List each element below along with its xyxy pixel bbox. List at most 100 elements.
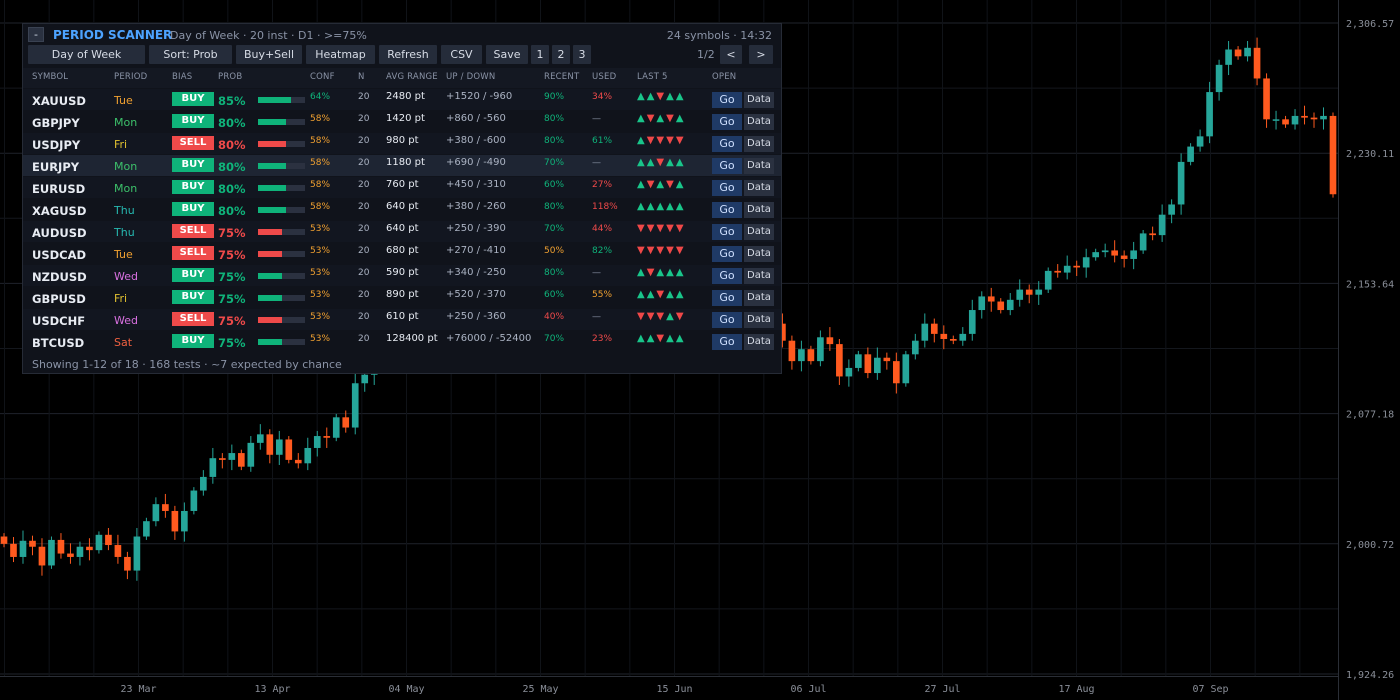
table-row[interactable]: EURJPY Mon BUY 80% 58% 20 1180 pt +690 / -490 70… [23, 155, 781, 176]
go-button[interactable]: Go [712, 92, 742, 108]
table-row[interactable]: BTCUSD Sat BUY 75% 53% 20 128400 pt +76000 / -5… [23, 331, 781, 352]
heatmap-button[interactable]: Heatmap [306, 45, 375, 64]
go-button[interactable]: Go [712, 290, 742, 306]
conf-cell: 58% [310, 202, 331, 212]
n-cell: 20 [358, 334, 370, 344]
table-row[interactable]: AUDUSD Thu SELL 75% 53% 20 640 pt +250 / -390 70… [23, 221, 781, 242]
prob-bar [258, 119, 305, 125]
preset-2-button[interactable]: 2 [552, 45, 570, 64]
prob-cell: 75% [218, 270, 246, 284]
recent-cell: 60% [544, 180, 565, 190]
table-row[interactable]: EURUSD Mon BUY 80% 58% 20 760 pt +450 / -310 60%… [23, 177, 781, 198]
data-button[interactable]: Data [744, 158, 774, 174]
go-button[interactable]: Go [712, 180, 742, 196]
symbol-cell: USDCAD [32, 248, 87, 262]
up-triangle-icon: ▲ [675, 113, 686, 124]
last5-cell: ▼▼▼▲▼ [637, 311, 686, 322]
data-button[interactable]: Data [744, 136, 774, 152]
table-row[interactable]: XAUUSD Tue BUY 85% 64% 20 2480 pt +1520 / -960 9… [23, 89, 781, 110]
bias-badge: BUY [172, 114, 214, 128]
save-button[interactable]: Save [486, 45, 528, 64]
period-cell: Thu [114, 204, 135, 217]
avg-range-cell: 890 pt [386, 289, 419, 300]
go-button[interactable]: Go [712, 136, 742, 152]
col-bias[interactable]: BIAS [172, 72, 192, 82]
go-button[interactable]: Go [712, 334, 742, 350]
table-row[interactable]: USDJPY Fri SELL 80% 58% 20 980 pt +380 / -600 80… [23, 133, 781, 154]
preset-1-button[interactable]: 1 [531, 45, 549, 64]
down-triangle-icon: ▼ [656, 157, 667, 168]
data-button[interactable]: Data [744, 290, 774, 306]
sort-button[interactable]: Sort: Prob [149, 45, 232, 64]
mode-button[interactable]: Day of Week [28, 45, 145, 64]
candle [48, 536, 55, 569]
go-button[interactable]: Go [712, 202, 742, 218]
prob-bar [258, 163, 305, 169]
data-button[interactable]: Data [744, 202, 774, 218]
data-button[interactable]: Data [744, 246, 774, 262]
down-triangle-icon: ▼ [637, 245, 647, 256]
price-tick-label: 2,230.11 [1346, 149, 1394, 160]
last5-cell: ▲▼▲▲▲ [637, 267, 686, 278]
data-button[interactable]: Data [744, 92, 774, 108]
col-avg-range[interactable]: AVG RANGE [386, 72, 438, 82]
table-row[interactable]: NZDUSD Wed BUY 75% 53% 20 590 pt +340 / -250 80%… [23, 265, 781, 286]
next-page-button[interactable]: > [749, 45, 773, 64]
collapse-button[interactable]: - [28, 27, 44, 42]
data-button[interactable]: Data [744, 224, 774, 240]
table-row[interactable]: GBPUSD Fri BUY 75% 53% 20 890 pt +520 / -370 60%… [23, 287, 781, 308]
up-triangle-icon: ▲ [675, 333, 686, 344]
n-cell: 20 [358, 268, 370, 278]
go-button[interactable]: Go [712, 246, 742, 262]
recent-cell: 80% [544, 202, 565, 212]
table-row[interactable]: USDCAD Tue SELL 75% 53% 20 680 pt +270 / -410 50… [23, 243, 781, 264]
table-row[interactable]: XAGUSD Thu BUY 80% 58% 20 640 pt +380 / -260 80%… [23, 199, 781, 220]
candle [332, 413, 340, 442]
down-triangle-icon: ▼ [666, 223, 676, 234]
col-recent[interactable]: RECENT [544, 72, 579, 82]
data-button[interactable]: Data [744, 268, 774, 284]
symbol-cell: EURUSD [32, 182, 86, 196]
col-last5[interactable]: LAST 5 [637, 72, 668, 82]
last5-cell: ▼▼▼▼▼ [637, 223, 686, 234]
table-row[interactable]: GBPJPY Mon BUY 80% 58% 20 1420 pt +860 / -560 80… [23, 111, 781, 132]
down-triangle-icon: ▼ [646, 267, 657, 278]
symbol-cell: NZDUSD [32, 270, 87, 284]
preset-3-button[interactable]: 3 [573, 45, 591, 64]
prob-bar-fill [258, 163, 287, 169]
go-button[interactable]: Go [712, 312, 742, 328]
n-cell: 20 [358, 136, 370, 146]
bias-badge: BUY [172, 202, 214, 216]
table-row[interactable]: USDCHF Wed SELL 75% 53% 20 610 pt +250 / -360 40… [23, 309, 781, 330]
prev-page-button[interactable]: < [720, 45, 742, 64]
refresh-button[interactable]: Refresh [379, 45, 437, 64]
col-period[interactable]: PERIOD [114, 72, 147, 82]
down-triangle-icon: ▼ [656, 289, 667, 300]
col-n[interactable]: N [358, 72, 365, 82]
col-symbol[interactable]: SYMBOL [32, 72, 68, 82]
go-button[interactable]: Go [712, 114, 742, 130]
prob-bar-fill [258, 273, 282, 279]
price-tick-label: 2,000.72 [1346, 540, 1394, 551]
csv-button[interactable]: CSV [441, 45, 482, 64]
data-button[interactable]: Data [744, 180, 774, 196]
col-used[interactable]: USED [592, 72, 616, 82]
down-triangle-icon: ▼ [656, 223, 667, 234]
col-conf[interactable]: CONF [310, 72, 335, 82]
data-button[interactable]: Data [744, 312, 774, 328]
filter-button[interactable]: Buy+Sell [236, 45, 302, 64]
col-updown[interactable]: UP / DOWN [446, 72, 495, 82]
up-triangle-icon: ▲ [637, 113, 647, 124]
avg-range-cell: 610 pt [386, 311, 419, 322]
go-button[interactable]: Go [712, 158, 742, 174]
go-button[interactable]: Go [712, 268, 742, 284]
data-button[interactable]: Data [744, 114, 774, 130]
bias-badge: SELL [172, 312, 214, 326]
go-button[interactable]: Go [712, 224, 742, 240]
page-indicator: 1/2 [697, 48, 715, 61]
candle [1044, 267, 1052, 294]
data-button[interactable]: Data [744, 334, 774, 350]
prob-bar-fill [258, 339, 282, 345]
n-cell: 20 [358, 92, 370, 102]
col-prob[interactable]: PROB [218, 72, 242, 82]
